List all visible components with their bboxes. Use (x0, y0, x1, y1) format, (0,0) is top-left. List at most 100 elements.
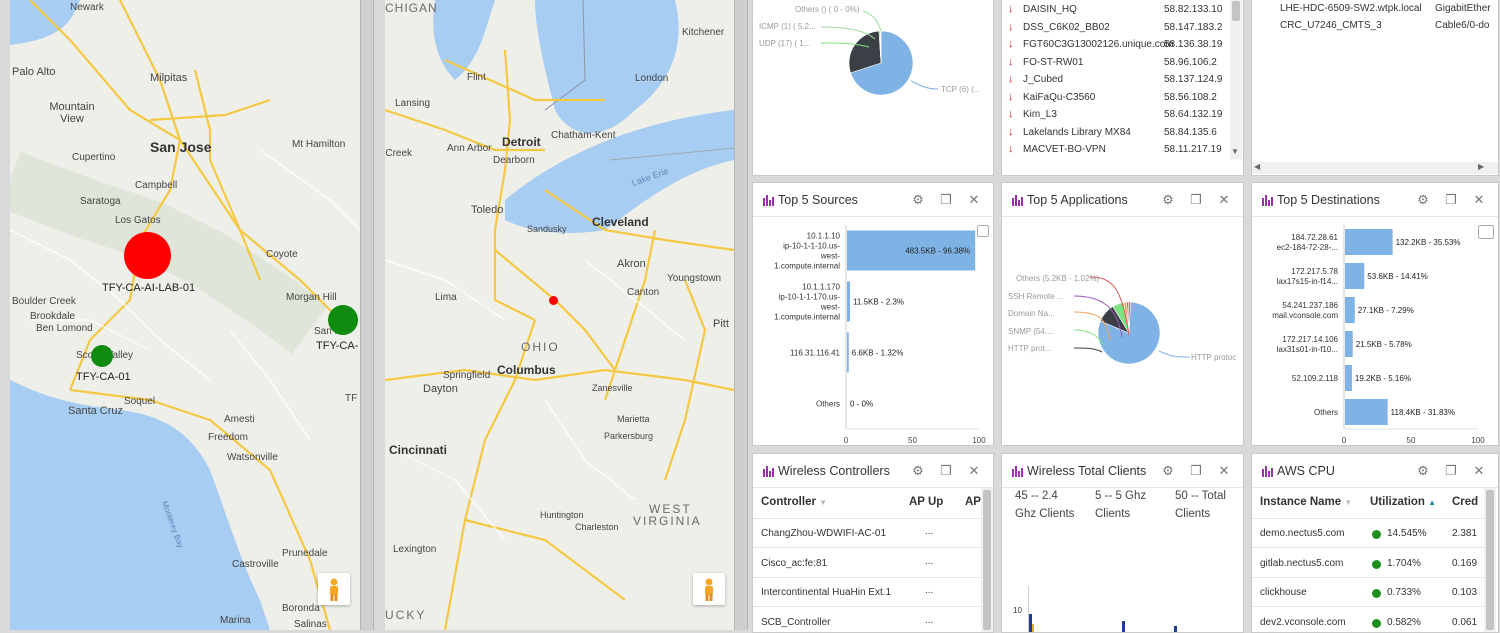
device-row[interactable]: ↓KaiFaQu-C356058.56.108.2 (1002, 91, 1230, 108)
table-row[interactable]: clickhouse0.733%0.103 (1252, 578, 1484, 607)
scrollbar[interactable] (1484, 488, 1496, 633)
device-name: CRC_U7246_CMTS_3 (1280, 20, 1382, 31)
map-ca-place-label: Mt Hamilton (292, 139, 345, 150)
panel-title: Wireless Total Clients (1027, 464, 1146, 478)
device-name: DSS_C6K02_BB02 (1023, 22, 1110, 33)
chart-bar[interactable] (1345, 331, 1353, 357)
table-row[interactable]: ChangZhou-WDWIFI-AC-01... (753, 519, 981, 548)
device-row[interactable]: ↓Kim_L358.64.132.19 (1002, 108, 1230, 125)
map-oh-place-label: Springfield (443, 370, 490, 381)
table-row[interactable]: Cisco_ac:fe:81... (753, 549, 981, 578)
settings-gear-icon[interactable]: ⚙ (1416, 192, 1430, 208)
table-row[interactable]: Intercontinental HuaHin Ext.1... (753, 578, 981, 607)
panel-header: Wireless Total Clients ⚙ ❐ ✕ (1002, 454, 1243, 488)
controller-name: ChangZhou-WDWIFI-AC-01 (761, 528, 886, 539)
close-icon[interactable]: ✕ (1217, 192, 1231, 208)
restore-window-icon[interactable]: ❐ (1444, 192, 1458, 208)
restore-window-icon[interactable]: ❐ (939, 463, 953, 479)
close-icon[interactable]: ✕ (1217, 463, 1231, 479)
column-header-utilization[interactable]: Utilization ▲ (1370, 496, 1436, 508)
scrollbar[interactable] (981, 488, 993, 633)
restore-window-icon[interactable]: ❐ (1444, 463, 1458, 479)
map-oh-place-label: Huntington (540, 510, 584, 520)
chart-menu-icon[interactable] (977, 225, 989, 237)
map-california[interactable]: Newark Palo Alto Milpitas Mountain View … (10, 0, 360, 630)
device-row[interactable]: ↓DAISIN_HQ58.82.133.10 (1002, 3, 1230, 20)
map-marker-green[interactable] (91, 345, 113, 367)
device-row[interactable]: ↓FGT60C3G13002126.unique.com58.136.38.19 (1002, 38, 1230, 55)
instance-name: demo.nectus5.com (1260, 528, 1345, 539)
bar-value-label: 53.6KB - 14.41% (1367, 272, 1427, 281)
table-row[interactable]: dev2.vconsole.com0.582%0.061 (1252, 608, 1484, 633)
ap-up-value: ... (925, 526, 933, 537)
restore-window-icon[interactable]: ❐ (939, 192, 953, 208)
pie-label: HTTP prot... (1008, 344, 1051, 353)
device-row[interactable]: ↓Lakelands Library MX8458.84.135.6 (1002, 126, 1230, 143)
x-tick-label: 50 (908, 436, 917, 445)
close-icon[interactable]: ✕ (967, 463, 981, 479)
map-ca-place-label: Morgan Hill (286, 292, 337, 303)
chart-bar[interactable] (847, 333, 849, 373)
column-header-instance-name[interactable]: Instance Name ▼ (1260, 496, 1352, 508)
map-ca-place-label: Brookdale (30, 311, 75, 322)
table-row[interactable]: demo.nectus5.com14.545%2.381 (1252, 519, 1484, 548)
x-tick-label: 0 (1342, 436, 1347, 445)
category-label: Others (1314, 408, 1338, 417)
street-view-pegman-icon[interactable] (693, 573, 725, 605)
restore-window-icon[interactable]: ❐ (1189, 192, 1203, 208)
restore-window-icon[interactable]: ❐ (1189, 463, 1203, 479)
scrollbar[interactable]: ◀▶ (1252, 162, 1499, 174)
map-oh-place-label: Sandusky (527, 224, 567, 234)
interface-name: GigabitEther (1435, 3, 1491, 14)
device-row[interactable]: ↓MACVET-BO-VPN58.11.217.19 (1002, 143, 1230, 160)
map-marker-red[interactable] (549, 296, 558, 305)
column-header-controller[interactable]: Controller ▼ (761, 496, 827, 508)
chart-bar[interactable] (1345, 297, 1355, 323)
device-name: Lakelands Library MX84 (1023, 127, 1131, 138)
map-oh-place-label: Marietta (617, 414, 650, 424)
device-row[interactable]: ↓J_Cubed58.137.124.9 (1002, 73, 1230, 90)
bar-chart-icon (1012, 466, 1023, 477)
close-icon[interactable]: ✕ (967, 192, 981, 208)
chart-bar[interactable] (1345, 263, 1364, 289)
table-row[interactable]: SCB_Controller... (753, 608, 981, 633)
utilization-value: 0.733% (1387, 587, 1421, 598)
map-oh-place-label: Canton (627, 287, 659, 298)
pie-label: HTTP protoc (1191, 353, 1236, 362)
ap-up-value: ... (925, 556, 933, 567)
legend-item: 45 -- 2.4 Ghz Clients (1015, 488, 1077, 523)
map-splitter[interactable] (360, 0, 374, 630)
column-header-credits[interactable]: Cred (1452, 496, 1478, 508)
settings-gear-icon[interactable]: ⚙ (911, 463, 925, 479)
map-marker-red[interactable] (124, 232, 171, 279)
map-oh-place-label: Battle Creek (385, 148, 412, 159)
bar-value-label: 27.1KB - 7.29% (1358, 306, 1414, 315)
map-marker-green[interactable] (328, 305, 358, 335)
category-label: 172.217.5.78 (1291, 267, 1338, 276)
table-row[interactable]: gitlab.nectus5.com1.704%0.169 (1252, 549, 1484, 578)
settings-gear-icon[interactable]: ⚙ (911, 192, 925, 208)
street-view-pegman-icon[interactable] (318, 573, 350, 605)
chart-bar[interactable] (1345, 229, 1393, 255)
scrollbar[interactable]: ▼ (1230, 0, 1242, 159)
chart-menu-icon[interactable] (1478, 225, 1494, 239)
chart-bar[interactable] (847, 282, 850, 322)
settings-gear-icon[interactable]: ⚙ (1161, 463, 1175, 479)
device-row[interactable]: ↓FO-ST-RW0158.96.106.2 (1002, 56, 1230, 73)
map-ca-place-label: Mountain View (42, 101, 102, 125)
chart-bar[interactable] (1345, 399, 1388, 425)
column-header-ap-up[interactable]: AP Up (909, 496, 943, 508)
category-label: west- (820, 303, 840, 312)
map-ohio[interactable]: CHIGAN Kitchener Flint London Lansing De… (385, 0, 734, 630)
map-oh-place-label: Dearborn (493, 155, 535, 166)
map-splitter[interactable] (734, 0, 748, 630)
close-icon[interactable]: ✕ (1472, 463, 1486, 479)
close-icon[interactable]: ✕ (1472, 192, 1486, 208)
chart-bar[interactable] (1345, 365, 1352, 391)
settings-gear-icon[interactable]: ⚙ (1161, 192, 1175, 208)
column-header-ap[interactable]: AP (965, 496, 981, 508)
settings-gear-icon[interactable]: ⚙ (1416, 463, 1430, 479)
pie-label: SSH Remote ... (1008, 292, 1064, 301)
device-row[interactable]: ↓DSS_C6K02_BB0258.147.183.2 (1002, 21, 1230, 38)
map-ca-place-label: TF (345, 393, 357, 404)
